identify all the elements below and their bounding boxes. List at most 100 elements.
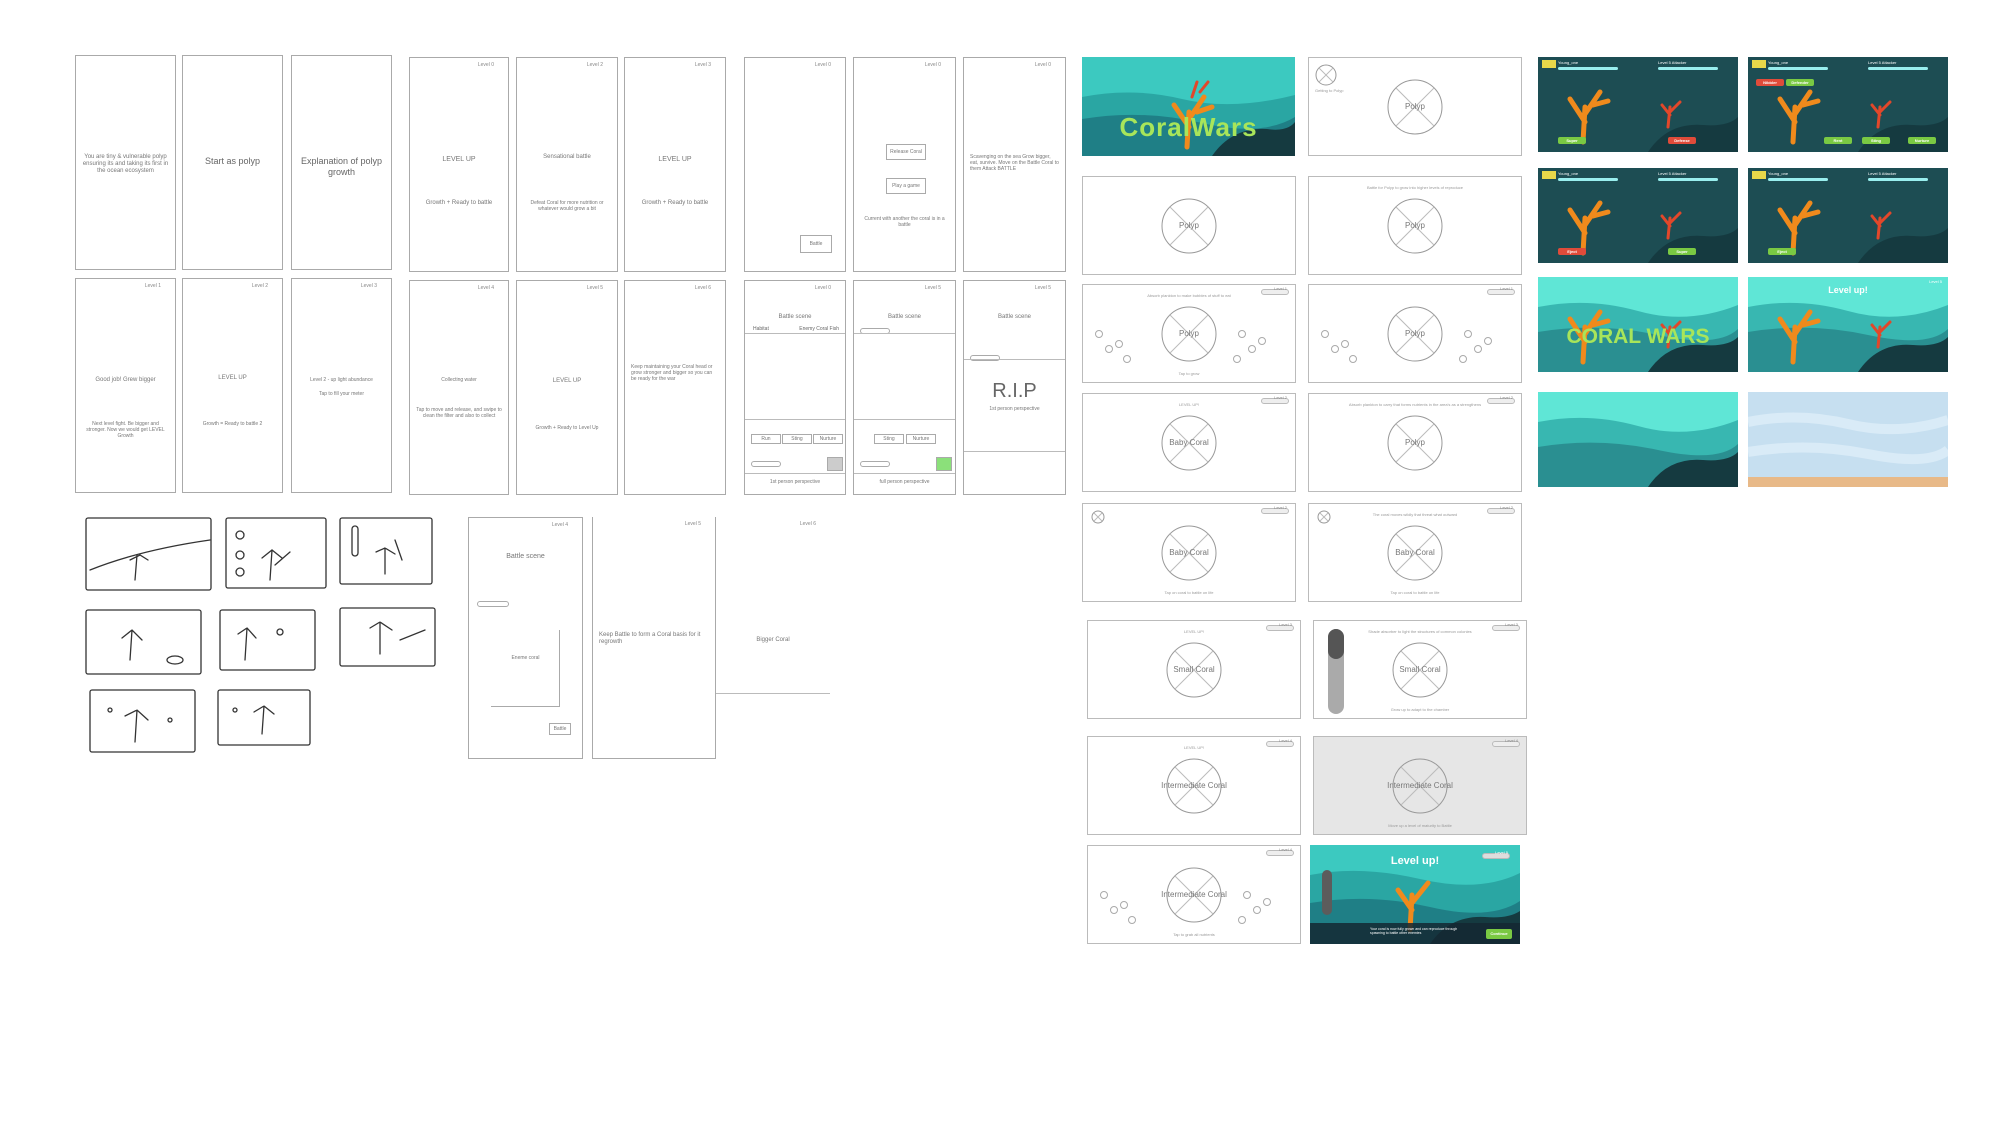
plankton-particle[interactable] xyxy=(1238,330,1246,338)
action-button-0[interactable]: Eject xyxy=(1558,248,1586,255)
plankton-particle[interactable] xyxy=(1459,355,1467,363)
level-label: Level 6 xyxy=(694,285,711,291)
frame-heading: Level 2 - up light abundance xyxy=(310,377,373,383)
stage-label: Polyp xyxy=(1178,220,1199,230)
wireframe-w8: Polyp Level 2 Absorb plankton to carry th… xyxy=(1308,393,1522,492)
action-button-1[interactable]: Defender xyxy=(1786,79,1814,86)
frame-heading: LEVEL UP xyxy=(218,375,247,381)
plankton-particle[interactable] xyxy=(1128,916,1136,924)
plankton-particle[interactable] xyxy=(1095,330,1103,338)
plankton-particle[interactable] xyxy=(1258,337,1266,345)
battle-frame-row3-3: Level 6 Bigger Coral xyxy=(715,517,830,759)
level-label: Level 5 xyxy=(1034,285,1051,291)
plankton-particle[interactable] xyxy=(1253,906,1261,914)
battle-frame-row3-1: Level 4 Battle scene Eneme coral Battle xyxy=(468,517,583,759)
plankton-particle[interactable] xyxy=(1474,345,1482,353)
wireframe-w3: Polyp xyxy=(1082,176,1296,275)
enemy-name: Level 5 Attacker xyxy=(1868,60,1897,65)
plankton-particle[interactable] xyxy=(1120,901,1128,909)
run-button[interactable]: Run xyxy=(751,434,781,444)
frame-text: Tap to fill your meter xyxy=(318,391,365,397)
divider xyxy=(854,473,955,474)
plankton-particle[interactable] xyxy=(1349,355,1357,363)
plankton-particle[interactable] xyxy=(1233,355,1241,363)
battle-button[interactable]: Battle xyxy=(549,723,571,735)
level-label: Level 5 xyxy=(1495,850,1508,855)
divider xyxy=(716,693,830,694)
level-label: Level 0 xyxy=(924,62,941,68)
plankton-particle[interactable] xyxy=(1110,906,1118,914)
sting-button[interactable]: Sting xyxy=(874,434,904,444)
plankton-particle[interactable] xyxy=(1238,916,1246,924)
game-screen-battle: Young_one Level 5 Attacker Nibbler Defend… xyxy=(1748,57,1948,152)
plankton-particle[interactable] xyxy=(1105,345,1113,353)
plankton-particle[interactable] xyxy=(1123,355,1131,363)
title-screen: CoralWars xyxy=(1082,57,1295,156)
frame-heading: Sensational battle xyxy=(543,154,591,160)
plankton-particle[interactable] xyxy=(1321,330,1329,338)
stage-label: Polyp xyxy=(1404,220,1425,230)
frame-text: Growth + Ready to Level Up xyxy=(535,425,599,431)
stage-label: Polyp xyxy=(1404,437,1425,447)
plankton-particle[interactable] xyxy=(1331,345,1339,353)
plankton-particle[interactable] xyxy=(1243,891,1251,899)
action-button-1[interactable]: Super xyxy=(1668,248,1696,255)
wireframe-w6: Polyp Level 1 xyxy=(1308,284,1522,383)
action-button-0[interactable]: Eject xyxy=(1768,248,1796,255)
stage-label: Small Coral xyxy=(1399,664,1441,674)
action-button-1[interactable]: Defense xyxy=(1668,137,1696,144)
hint-text: Tap on coral to battle on life xyxy=(1164,590,1214,595)
action-button-4[interactable]: Nurture xyxy=(1908,137,1936,144)
level-label: Level 4 xyxy=(1279,847,1292,852)
level-label: Level 3 xyxy=(1505,622,1518,627)
frame-text: Keep maintaining your Coral head or grow… xyxy=(631,364,713,382)
stage-label: Small Coral xyxy=(1173,664,1215,674)
plankton-particle[interactable] xyxy=(1115,340,1123,348)
stage-label: Polyp xyxy=(1178,328,1199,338)
confirm-button[interactable] xyxy=(936,457,952,471)
sting-button[interactable]: Sting xyxy=(782,434,812,444)
sky-background-art xyxy=(1748,392,1948,487)
enemy-name: Level 5 Attacker xyxy=(1868,171,1897,176)
divider xyxy=(964,359,1065,360)
wireframe-w4: Polyp Battle for Polyp to grow into highe… xyxy=(1308,176,1522,275)
wireframe-w15: Intermediate Coral Level 4 Tap to grab al… xyxy=(1087,845,1301,944)
enemy-label: Enemy Coral Fish xyxy=(799,326,839,332)
plankton-particle[interactable] xyxy=(1464,330,1472,338)
instruction-text: LEVEL UP! xyxy=(1178,402,1200,407)
plankton-particle[interactable] xyxy=(1484,337,1492,345)
enemy-health-bar xyxy=(1658,178,1718,181)
enemy-name: Level 5 Attacker xyxy=(1658,171,1687,176)
wireframe-w10: Baby Coral Level 2 The coral moves wildly… xyxy=(1308,503,1522,602)
perspective-note: full person perspective xyxy=(879,479,930,485)
wireframe-w13: Intermediate Coral Level 4 LEVEL UP! xyxy=(1087,736,1301,835)
frame-text: Scavenging on the sea Grow bigger, eat, … xyxy=(970,154,1059,172)
play-game-button[interactable]: Play a game xyxy=(886,178,926,194)
plankton-particle[interactable] xyxy=(1100,891,1108,899)
action-button-2[interactable]: Rent xyxy=(1824,137,1852,144)
release-coral-button[interactable]: Release Coral xyxy=(886,144,926,160)
stage-label: Intermediate Coral xyxy=(1161,889,1227,899)
plankton-particle[interactable] xyxy=(1341,340,1349,348)
player-health-bar xyxy=(1558,178,1618,181)
plankton-particle[interactable] xyxy=(1248,345,1256,353)
storyboard-frame-5: Level 2 Sensational battle Defeat Coral … xyxy=(516,57,618,272)
growth-meter-fill xyxy=(1328,629,1344,659)
action-button-0[interactable]: Super xyxy=(1558,137,1586,144)
levelup-title: Level up! xyxy=(1828,285,1868,295)
plankton-particle[interactable] xyxy=(1263,898,1271,906)
storyboard-frame-4: Level 0 LEVEL UP Growth + Ready to battl… xyxy=(409,57,509,272)
battle-button[interactable]: Battle xyxy=(800,235,832,253)
action-button-0[interactable]: Nibbler xyxy=(1756,79,1784,86)
action-button-3[interactable]: Sting xyxy=(1862,137,1890,144)
continue-button[interactable]: Continue xyxy=(1486,929,1512,939)
menu-button[interactable] xyxy=(827,457,843,471)
nurture-button[interactable]: Nurture xyxy=(813,434,843,444)
storyboard-frame-11: Level 2 LEVEL UP Growth = Ready to battl… xyxy=(182,278,283,493)
frame-text: Bigger Coral xyxy=(756,637,790,643)
nurture-button[interactable]: Nurture xyxy=(906,434,936,444)
battle-scene-frame-3: Level 5 Battle scene R.I.P 1st person pe… xyxy=(963,280,1066,495)
hint-text: Move up a level of maturity to Battle xyxy=(1388,823,1452,828)
stage-label: Intermediate Coral xyxy=(1387,780,1453,790)
divider xyxy=(745,333,845,334)
